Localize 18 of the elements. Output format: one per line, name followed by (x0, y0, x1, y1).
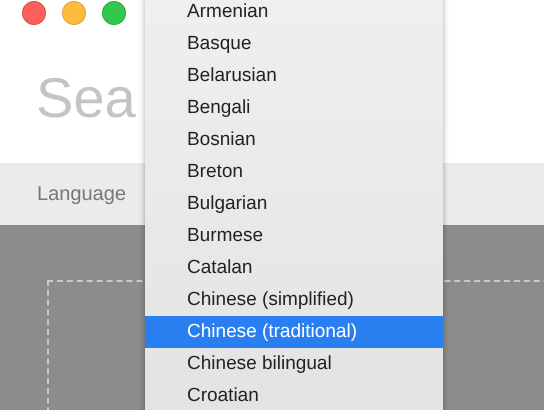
menu-item[interactable]: Chinese (simplified) (145, 284, 443, 316)
window-control[interactable] (22, 1, 46, 25)
menu-item[interactable]: Bulgarian (145, 188, 443, 220)
menu-item[interactable]: Burmese (145, 220, 443, 252)
search-field[interactable]: Sea (36, 65, 142, 130)
menu-item[interactable]: Basque (145, 28, 443, 60)
menu-item[interactable]: Belarusian (145, 60, 443, 92)
toolbar-label: Language (37, 182, 126, 206)
menu-item[interactable]: Bengali (145, 92, 443, 124)
menu-item[interactable]: Chinese bilingual (145, 348, 443, 380)
menu-item[interactable]: Armenian (145, 0, 443, 28)
menu-item[interactable]: Catalan (145, 252, 443, 284)
window-control[interactable] (62, 1, 86, 25)
menu-item[interactable]: Breton (145, 156, 443, 188)
window-control[interactable] (102, 1, 126, 25)
menu-item[interactable]: Croatian (145, 380, 443, 410)
menu-item[interactable]: Bosnian (145, 124, 443, 156)
menu-item[interactable]: Chinese (traditional) (145, 316, 443, 348)
